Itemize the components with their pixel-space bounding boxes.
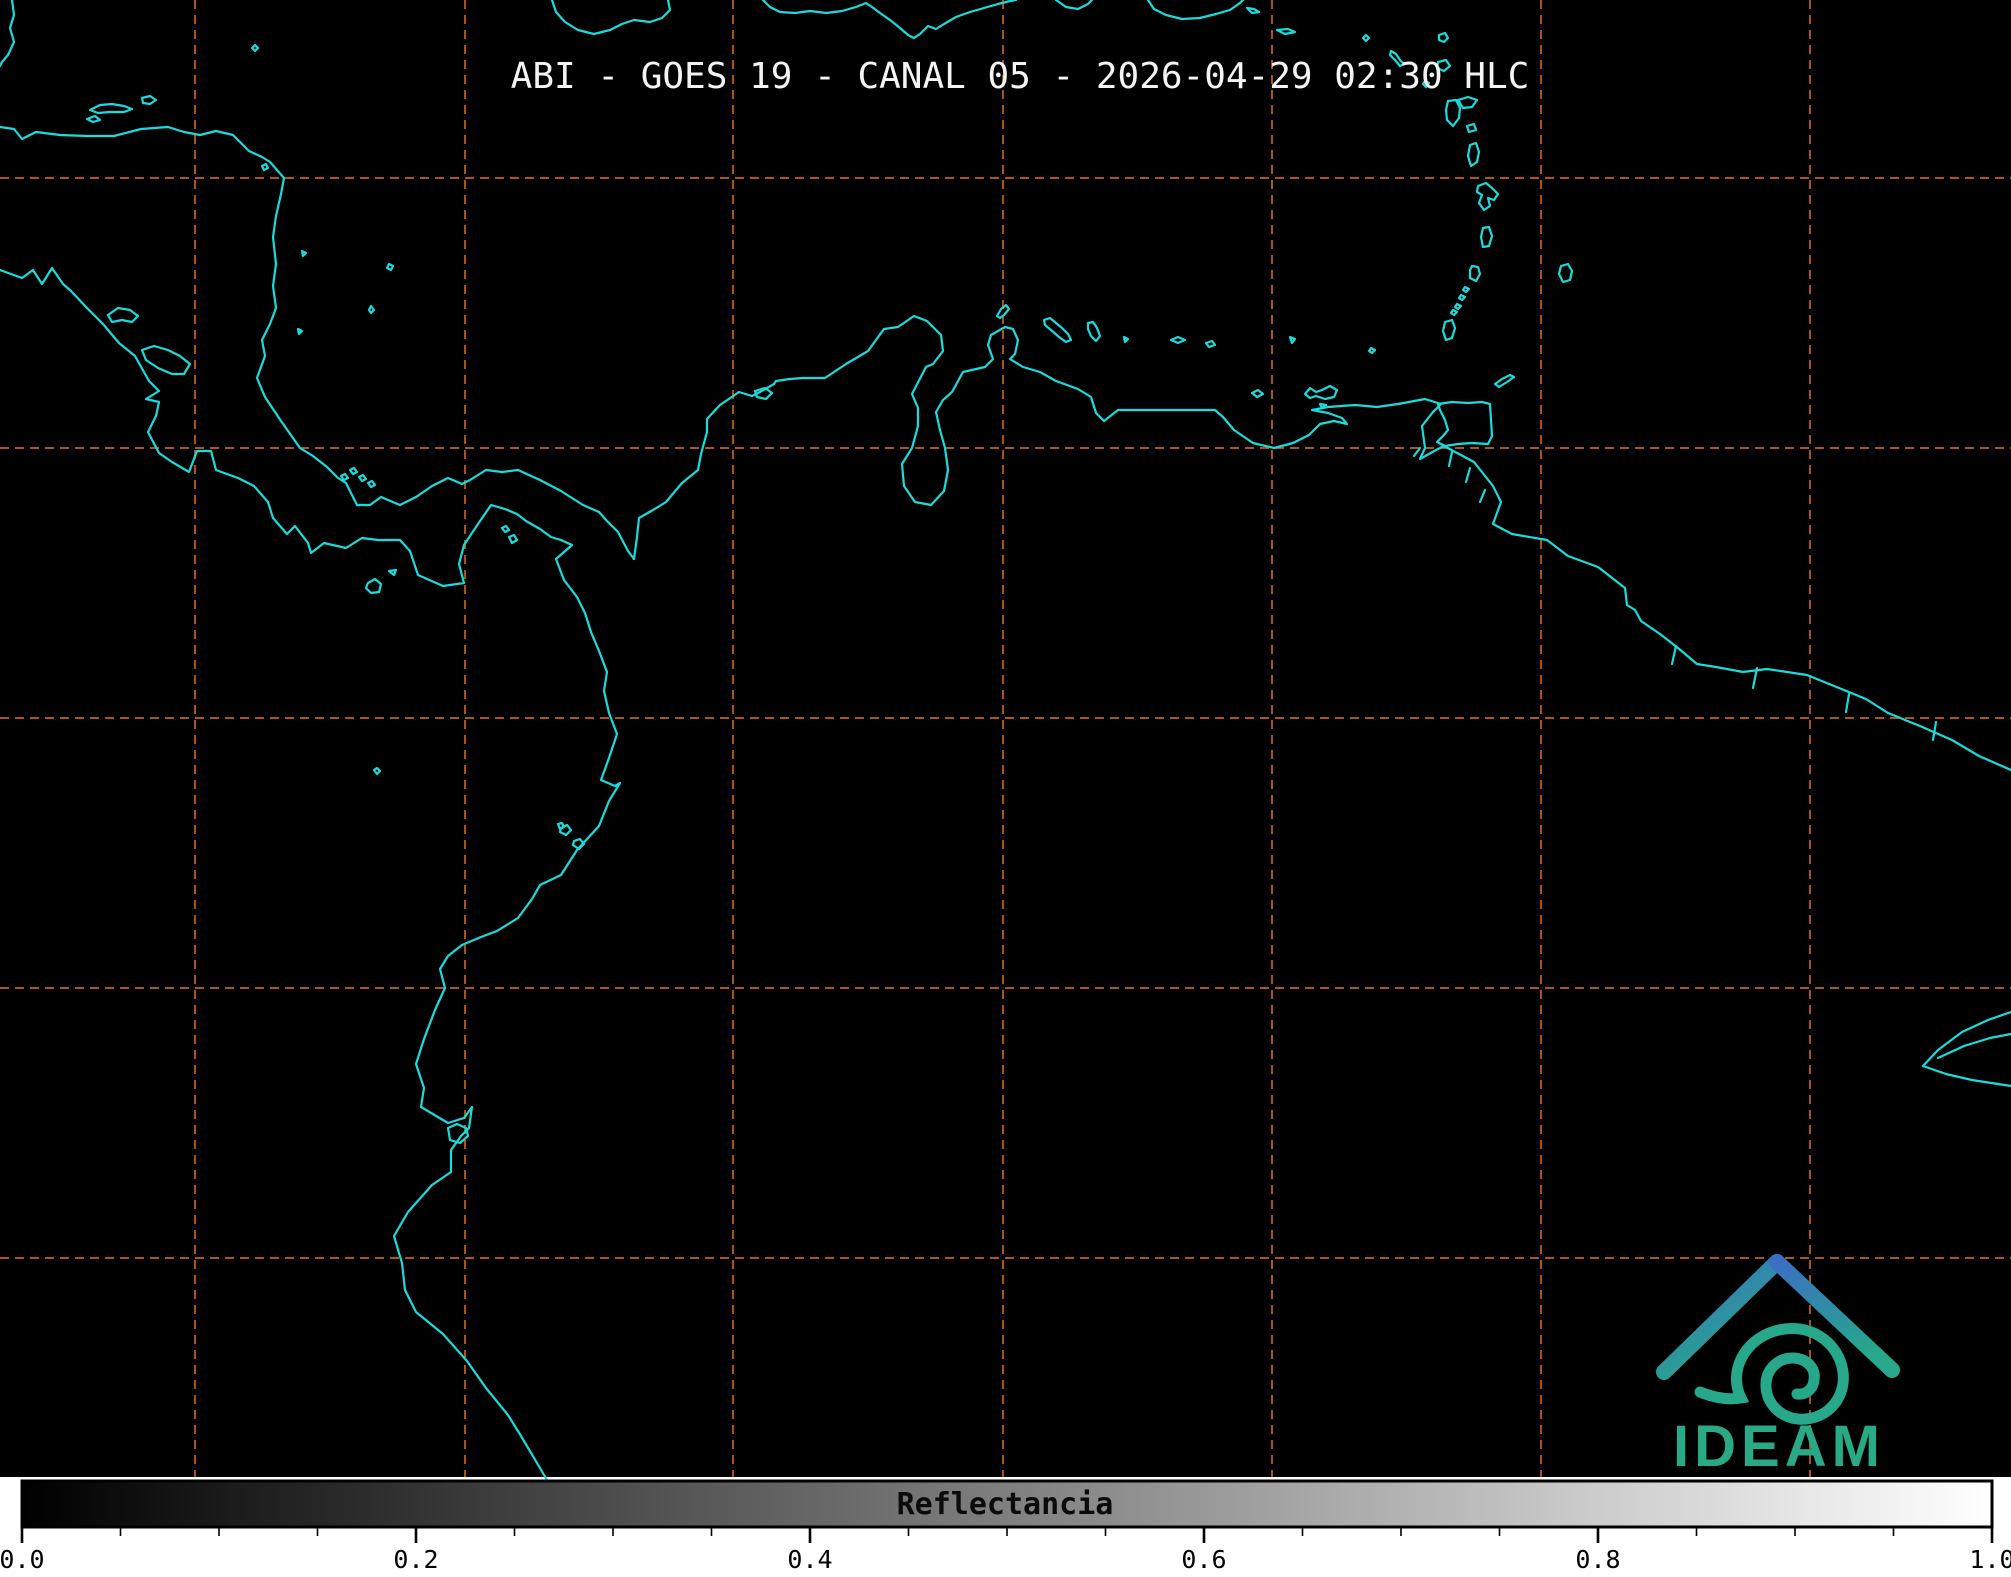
colorbar-tick-label: 0.8: [1575, 1545, 1620, 1574]
colorbar-tick-label: 1.0: [1969, 1545, 2011, 1574]
map-title: ABI - GOES 19 - CANAL 05 - 2026-04-29 02…: [511, 56, 1530, 97]
colorbar-tick-label: 0.4: [787, 1545, 832, 1574]
logo-text: IDEAM: [1673, 1414, 1885, 1479]
map-background: [0, 0, 2011, 1477]
colorbar-tick-label: 0.2: [393, 1545, 438, 1574]
colorbar-tick-label: 0.6: [1181, 1545, 1226, 1574]
colorbar-tick-label: 0.0: [0, 1545, 45, 1574]
satellite-image-viewer: ABI - GOES 19 - CANAL 05 - 2026-04-29 02…: [0, 0, 2011, 1577]
colorbar-title: Reflectancia: [897, 1487, 1114, 1522]
goes-satellite-map: ABI - GOES 19 - CANAL 05 - 2026-04-29 02…: [0, 0, 2011, 1577]
